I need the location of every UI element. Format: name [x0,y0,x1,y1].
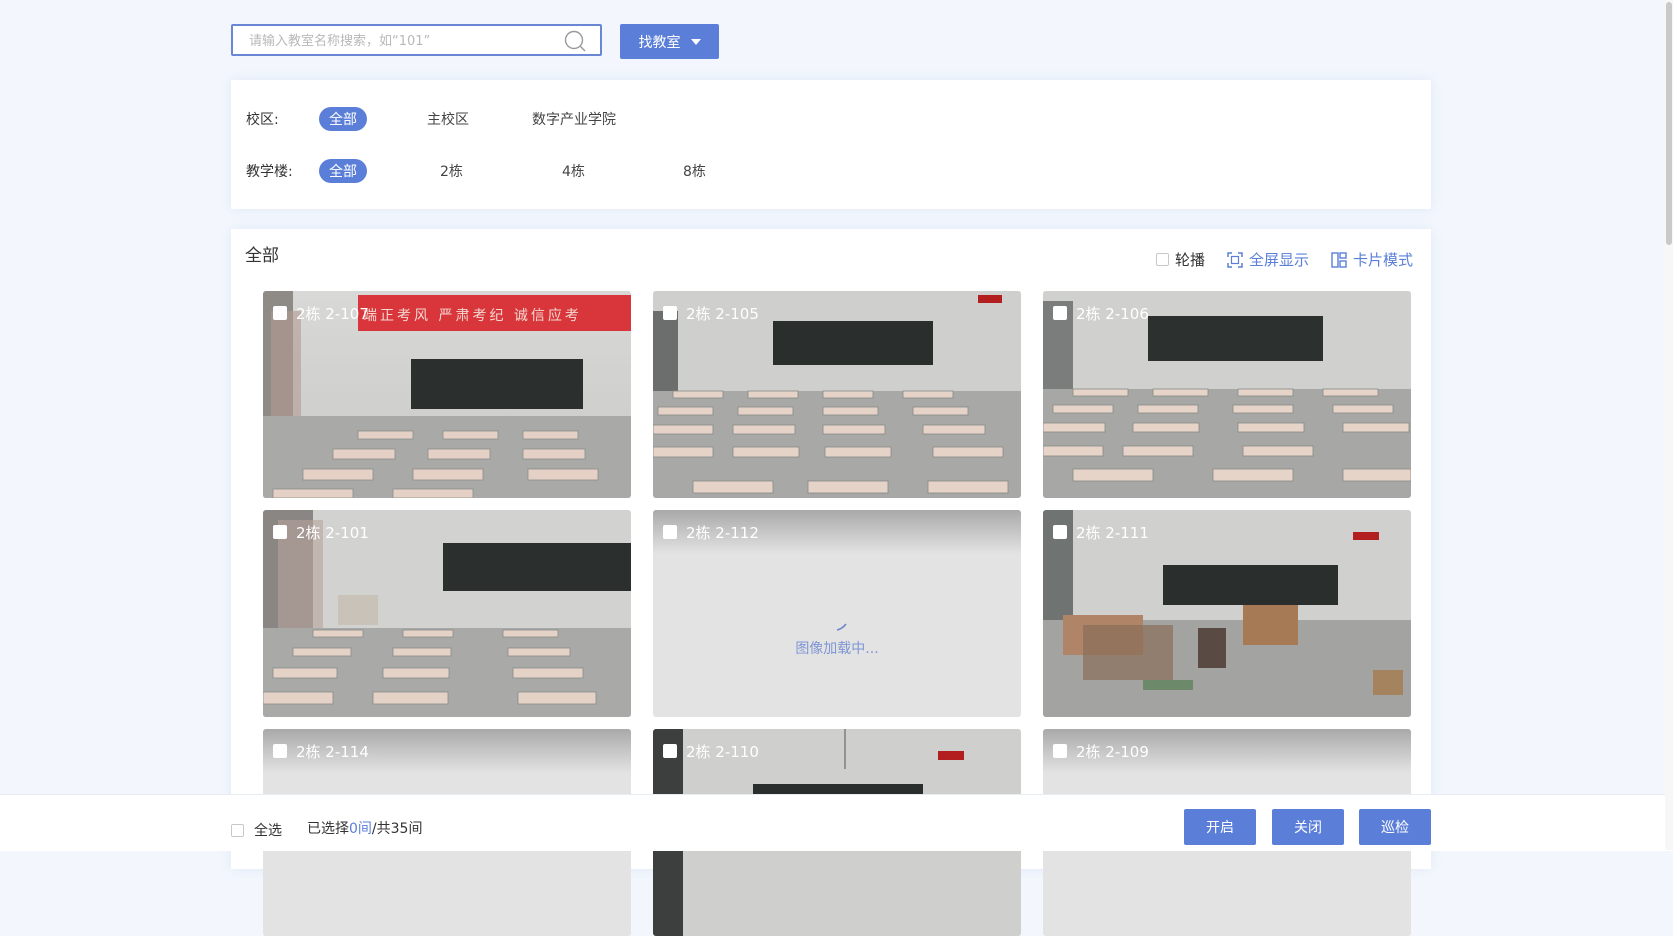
card-title: 2栋 2-109 [1076,742,1149,761]
card-title: 2栋 2-106 [1076,304,1149,323]
scrollbar-thumb[interactable] [1666,2,1672,245]
select-all-checkbox[interactable] [231,823,244,837]
building-option-2[interactable]: 2栋 [440,159,463,183]
card-title: 2栋 2-111 [1076,523,1149,542]
search-box [231,24,602,56]
card-header: 2栋 2-107 [263,291,631,335]
card-checkbox[interactable] [273,744,287,758]
selected-number: 0间 [349,821,372,837]
card-header: 2栋 2-111 [1043,510,1411,554]
selection-count: 已选择0间/共35间 [307,818,422,838]
card-checkbox[interactable] [273,525,287,539]
card-header: 2栋 2-101 [263,510,631,554]
card-checkbox[interactable] [663,525,677,539]
view-tools: 轮播 全屏显示 卡片模式 [1155,249,1413,270]
card-title: 2栋 2-107 [296,304,369,323]
search-input[interactable] [247,26,571,56]
card-header: 2栋 2-110 [653,729,1021,773]
camera-card[interactable]: 2栋 2-111 [1043,510,1411,717]
card-header: 2栋 2-114 [263,729,631,773]
select-all-toggle[interactable]: 全选 [231,820,282,840]
camera-card[interactable]: 2栋 2-107 端正考风 严肃考纪 诚信应考 [263,291,631,498]
carousel-checkbox[interactable] [1155,253,1169,266]
filter-panel: 校区: 全部 主校区 数字产业学院 教学楼: 全部 2栋 4栋 8栋 [231,80,1431,209]
find-classroom-button[interactable]: 找教室 [620,24,719,59]
card-checkbox[interactable] [1053,744,1067,758]
campus-option-main[interactable]: 主校区 [427,107,469,131]
building-option-4[interactable]: 4栋 [562,159,585,183]
open-button[interactable]: 开启 [1184,809,1256,845]
building-option-8[interactable]: 8栋 [683,159,706,183]
carousel-toggle[interactable]: 轮播 [1155,249,1205,270]
classroom-panel: 全部 轮播 全屏显示 卡片模式 2栋 2-107 端正考风 严肃考纪 诚信应考 … [231,229,1431,936]
building-option-all[interactable]: 全部 [319,159,367,183]
card-header: 2栋 2-112 [653,510,1021,554]
patrol-button[interactable]: 巡检 [1359,809,1431,845]
find-classroom-label: 找教室 [638,34,681,51]
loading-spinner-icon [836,623,847,631]
card-checkbox[interactable] [273,306,287,320]
page-scrollbar[interactable] [1665,0,1673,850]
card-title: 2栋 2-110 [686,742,759,761]
search-icon[interactable] [564,30,586,52]
selected-prefix: 已选择 [307,821,349,837]
card-checkbox[interactable] [663,306,677,320]
campus-option-digital[interactable]: 数字产业学院 [532,107,616,131]
campus-option-all[interactable]: 全部 [319,107,367,131]
caret-down-icon [690,38,701,45]
card-checkbox[interactable] [1053,525,1067,539]
fullscreen-button[interactable]: 全屏显示 [1227,249,1309,270]
card-title: 2栋 2-101 [296,523,369,542]
card-header: 2栋 2-106 [1043,291,1411,335]
building-label: 教学楼: [246,164,293,180]
camera-card[interactable]: 2栋 2-105 [653,291,1021,498]
campus-label: 校区: [246,112,279,128]
loading-text: 图像加载中... [795,641,879,657]
card-mode-label: 卡片模式 [1352,251,1413,269]
card-title: 2栋 2-105 [686,304,759,323]
section-title: 全部 [245,246,279,266]
card-checkbox[interactable] [1053,306,1067,320]
camera-card[interactable]: 2栋 2-112 图像加载中... [653,510,1021,717]
card-mode-button[interactable]: 卡片模式 [1331,249,1413,270]
card-header: 2栋 2-109 [1043,729,1411,773]
card-title: 2栋 2-112 [686,523,759,542]
card-title: 2栋 2-114 [296,742,369,761]
selected-total: /共35间 [371,821,423,837]
carousel-label: 轮播 [1174,251,1205,269]
fullscreen-label: 全屏显示 [1248,251,1309,269]
card-checkbox[interactable] [663,744,677,758]
select-all-label: 全选 [254,823,282,839]
camera-card[interactable]: 2栋 2-106 [1043,291,1411,498]
card-header: 2栋 2-105 [653,291,1021,335]
bottom-action-bar: 全选 已选择0间/共35间 开启 关闭 巡检 [0,794,1673,851]
close-button[interactable]: 关闭 [1272,809,1344,845]
camera-card[interactable]: 2栋 2-101 [263,510,631,717]
fullscreen-icon [1227,251,1243,268]
card-mode-icon [1331,251,1347,268]
